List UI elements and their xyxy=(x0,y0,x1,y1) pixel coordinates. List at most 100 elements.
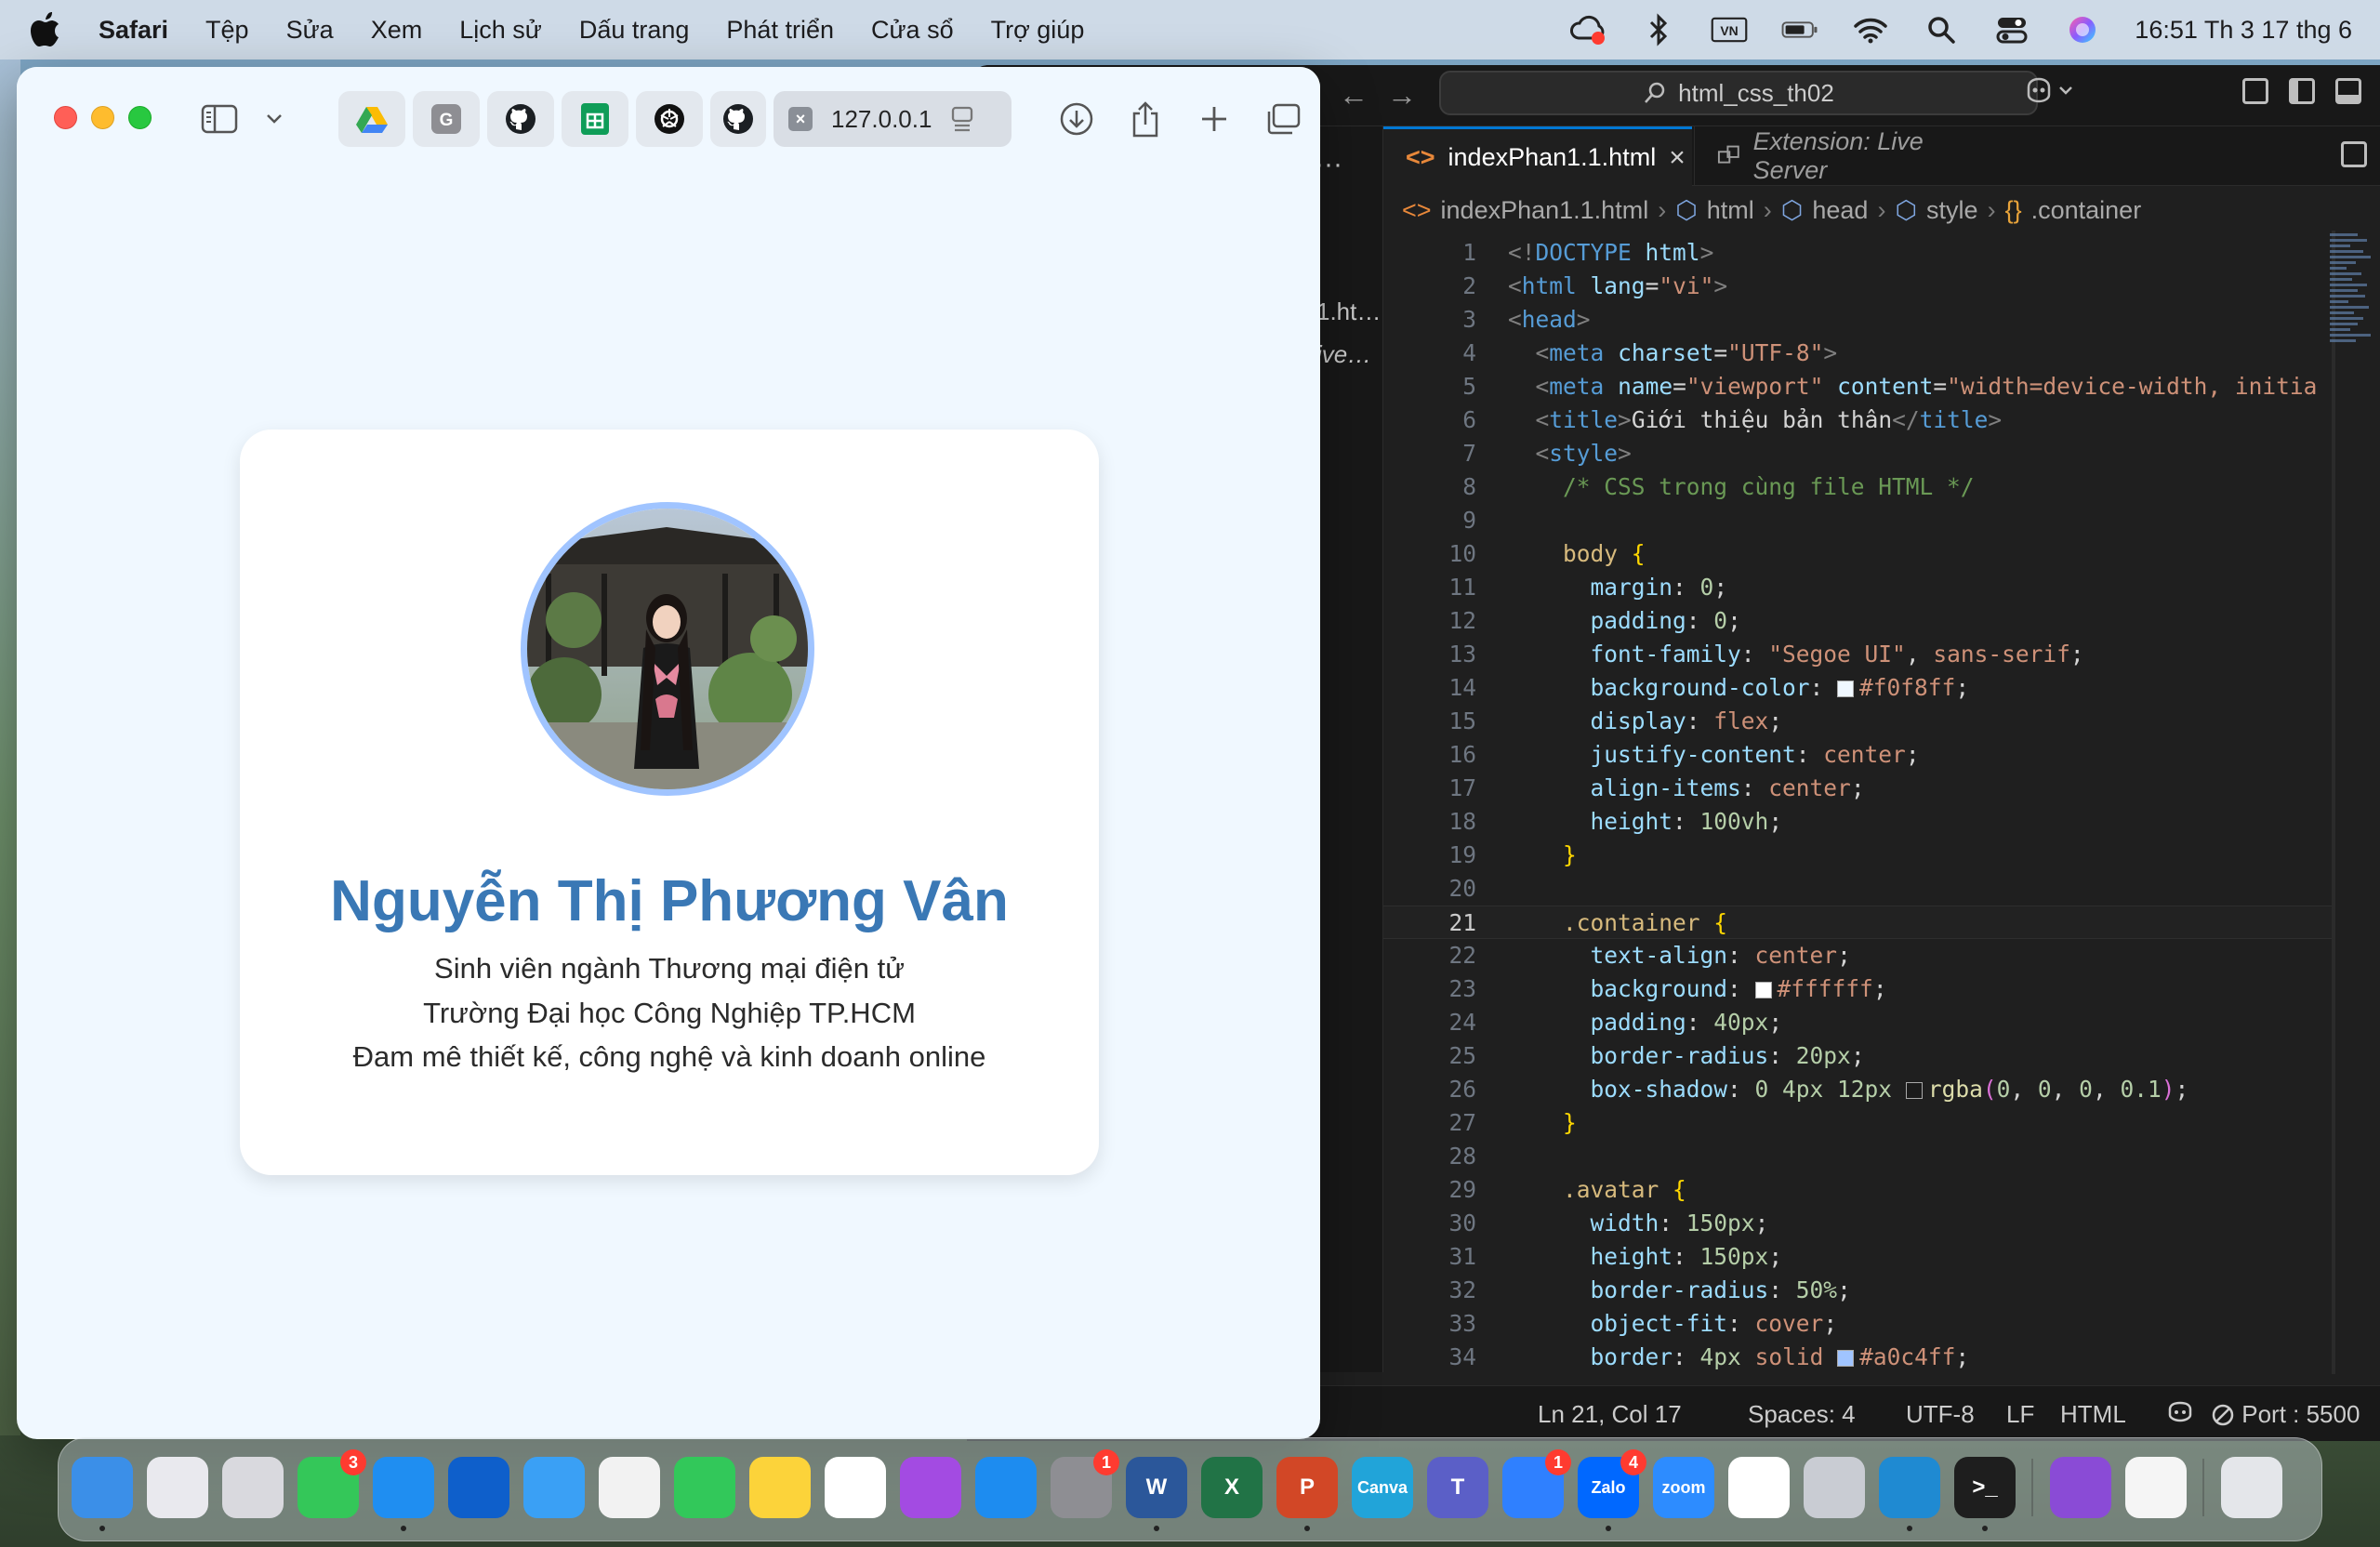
toggle-secondary-sidebar-icon[interactable] xyxy=(2335,78,2361,104)
code-line[interactable]: 18 height: 100vh; xyxy=(1383,805,2334,839)
menu-item-file[interactable]: Tệp xyxy=(205,16,249,45)
code-line[interactable]: 30 width: 150px; xyxy=(1383,1207,2334,1240)
zoom-window-button[interactable] xyxy=(128,106,152,129)
tab-index-html[interactable]: <> indexPhan1.1.html × xyxy=(1383,126,1692,186)
cursor-position[interactable]: Ln 21, Col 17 xyxy=(1538,1386,1682,1442)
code-line[interactable]: 15 display: flex; xyxy=(1383,705,2334,738)
open-editor-item[interactable]: 1.ht… xyxy=(1316,298,1381,326)
vietnamese-input-icon[interactable]: VN xyxy=(1711,11,1748,48)
code-line[interactable]: 1 <!DOCTYPE html> xyxy=(1383,236,2334,270)
code-line[interactable]: 17 align-items: center; xyxy=(1383,772,2334,805)
split-editor-icon[interactable] xyxy=(2341,141,2367,167)
battery-icon[interactable] xyxy=(1781,11,1818,48)
code-line[interactable]: 21 .container { xyxy=(1383,906,2334,939)
code-line[interactable]: 2 <html lang="vi"> xyxy=(1383,270,2334,303)
color-swatch[interactable] xyxy=(1837,681,1855,697)
favorite-github-icon[interactable] xyxy=(487,91,554,147)
dock-canva-icon[interactable]: Canva xyxy=(1352,1457,1413,1518)
code-line[interactable]: 7 <style> xyxy=(1383,437,2334,470)
dock-podcasts-icon[interactable] xyxy=(900,1457,961,1518)
dock-teamviewer-icon[interactable] xyxy=(448,1457,509,1518)
encoding-status[interactable]: UTF-8 xyxy=(1906,1386,1975,1442)
tab-live-server[interactable]: Extension: Live Server xyxy=(1694,126,2014,186)
dock-notes-icon[interactable] xyxy=(749,1457,811,1518)
dock-teams-icon[interactable]: T xyxy=(1427,1457,1488,1518)
color-swatch[interactable] xyxy=(1837,1350,1855,1367)
copilot-icon[interactable] xyxy=(2023,76,2075,111)
apple-menu-icon[interactable] xyxy=(30,11,76,48)
code-line[interactable]: 20 xyxy=(1383,872,2334,906)
code-line[interactable]: 6 <title>Giới thiệu bản thân</title> xyxy=(1383,403,2334,437)
dock-messages-icon[interactable]: 3 xyxy=(298,1449,366,1518)
indentation-status[interactable]: Spaces: 4 xyxy=(1748,1386,1856,1442)
favorite-google-drive-icon[interactable] xyxy=(338,91,405,147)
breadcrumb-item[interactable]: head xyxy=(1812,196,1868,225)
code-line[interactable]: 27 } xyxy=(1383,1106,2334,1140)
dock-zoom-icon[interactable]: zoom xyxy=(1653,1457,1714,1518)
dock-vscode-icon[interactable] xyxy=(1879,1457,1940,1518)
breadcrumb-item[interactable]: style xyxy=(1926,196,1978,225)
code-line[interactable]: 11 margin: 0; xyxy=(1383,571,2334,604)
favorite-github-icon[interactable] xyxy=(710,91,766,147)
color-swatch[interactable] xyxy=(1754,982,1772,998)
breadcrumb-item[interactable]: .container xyxy=(2031,196,2142,225)
dock-cisco-packet-tracer-icon[interactable] xyxy=(1728,1457,1790,1518)
menu-clock[interactable]: 16:51 Th 3 17 thg 6 xyxy=(2135,16,2352,45)
breadcrumb-item[interactable]: indexPhan1.1.html xyxy=(1441,196,1649,225)
eol-status[interactable]: LF xyxy=(2006,1386,2034,1442)
dock-safari-icon[interactable] xyxy=(373,1457,434,1518)
share-icon[interactable] xyxy=(1121,95,1170,143)
dock-app-store-icon[interactable] xyxy=(975,1457,1037,1518)
creative-cloud-icon[interactable] xyxy=(1569,11,1606,48)
code-line[interactable]: 3 <head> xyxy=(1383,303,2334,337)
command-center-search[interactable]: html_css_th02 xyxy=(1439,71,2038,115)
dock-launchpad-icon[interactable] xyxy=(147,1457,208,1518)
open-editor-item[interactable]: ive… xyxy=(1316,340,1371,369)
code-line[interactable]: 4 <meta charset="UTF-8"> xyxy=(1383,337,2334,370)
language-mode[interactable]: HTML xyxy=(2060,1386,2126,1442)
dock-zalo-icon[interactable]: Zalo 4 xyxy=(1578,1449,1646,1518)
control-center-icon[interactable] xyxy=(1993,11,2030,48)
sidebar-toggle-icon[interactable] xyxy=(195,95,244,143)
code-line[interactable]: 9 xyxy=(1383,504,2334,537)
favorite-google-sheets-icon[interactable] xyxy=(562,91,628,147)
dock-screenshot-icon[interactable] xyxy=(222,1457,284,1518)
code-line[interactable]: 29 .avatar { xyxy=(1383,1173,2334,1207)
code-line[interactable]: 22 text-align: center; xyxy=(1383,939,2334,972)
dock-trash-icon[interactable] xyxy=(2221,1457,2282,1518)
code-line[interactable]: 32 border-radius: 50%; xyxy=(1383,1274,2334,1307)
siri-icon[interactable] xyxy=(2064,11,2101,48)
dock-photos-icon[interactable] xyxy=(599,1457,660,1518)
dock-excel-icon[interactable]: X xyxy=(1201,1457,1263,1518)
dock-settings-gear-icon[interactable] xyxy=(1804,1457,1865,1518)
dock-system-settings-icon[interactable]: 1 xyxy=(1051,1449,1119,1518)
close-window-button[interactable] xyxy=(54,106,77,129)
close-icon[interactable]: × xyxy=(1669,142,1686,174)
menu-app-name[interactable]: Safari xyxy=(99,16,168,45)
dock-word-icon[interactable]: W xyxy=(1126,1457,1187,1518)
copilot-status-icon[interactable] xyxy=(2166,1386,2194,1442)
code-line[interactable]: 31 height: 150px; xyxy=(1383,1240,2334,1274)
back-arrow-icon[interactable]: ← xyxy=(1339,78,1368,112)
minimize-window-button[interactable] xyxy=(91,106,114,129)
dock-mail-icon[interactable] xyxy=(523,1457,585,1518)
toggle-panel-icon[interactable] xyxy=(2289,78,2315,104)
favorite-chatgpt-icon[interactable] xyxy=(636,91,703,147)
dock-messenger-icon[interactable]: 1 xyxy=(1502,1449,1571,1518)
code-line[interactable]: 12 padding: 0; xyxy=(1383,604,2334,638)
wifi-icon[interactable] xyxy=(1852,11,1889,48)
code-line[interactable]: 26 box-shadow: 0 4px 12px rgba(0, 0, 0, … xyxy=(1383,1073,2334,1106)
color-swatch[interactable] xyxy=(1905,1082,1923,1099)
dock-freeform-icon[interactable] xyxy=(825,1457,886,1518)
downloads-icon[interactable] xyxy=(1052,95,1101,143)
reader-mode-icon[interactable] xyxy=(950,106,974,132)
code-line[interactable]: 10 body { xyxy=(1383,537,2334,571)
menu-item-history[interactable]: Lịch sử xyxy=(459,16,542,45)
spotlight-icon[interactable] xyxy=(1923,11,1960,48)
code-line[interactable]: 23 background: #ffffff; xyxy=(1383,972,2334,1006)
chevron-down-icon[interactable] xyxy=(260,95,288,143)
forward-arrow-icon[interactable]: → xyxy=(1387,78,1417,112)
dock-terminal-icon[interactable]: >_ xyxy=(1954,1457,2016,1518)
code-line[interactable]: 28 xyxy=(1383,1140,2334,1173)
code-line[interactable]: 16 justify-content: center; xyxy=(1383,738,2334,772)
